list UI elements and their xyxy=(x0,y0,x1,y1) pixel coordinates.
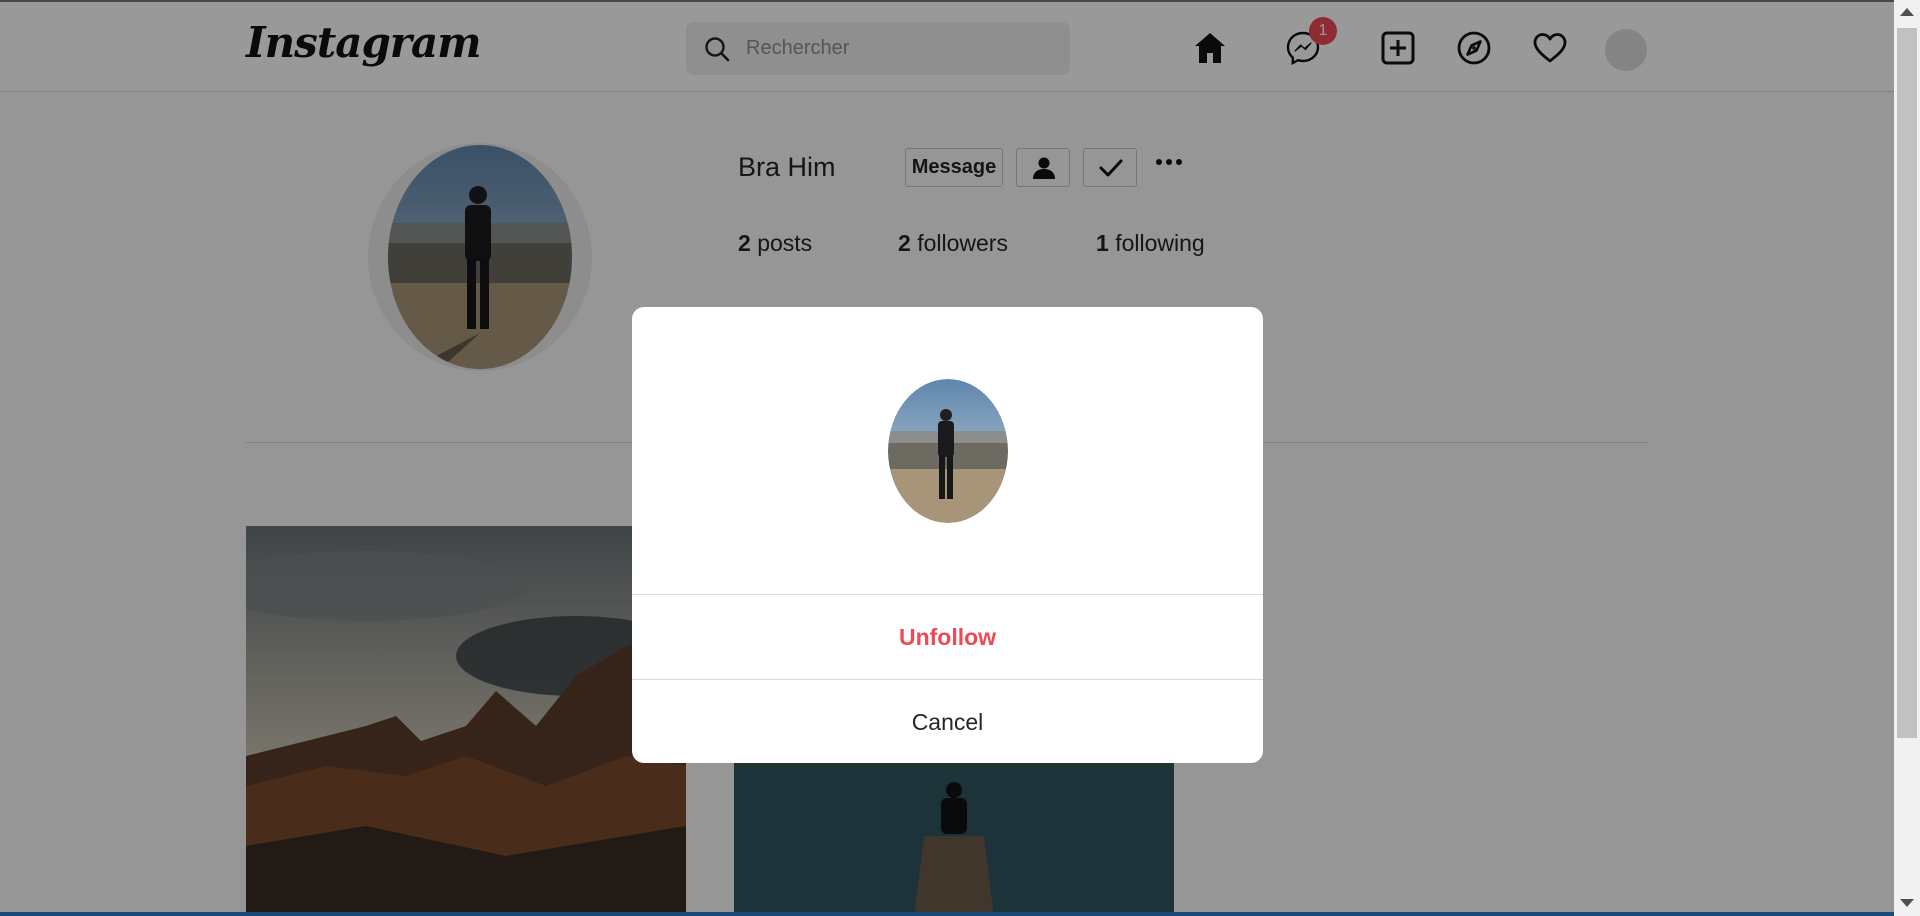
taskbar-edge xyxy=(0,912,1894,916)
scrollbar-thumb[interactable] xyxy=(1897,28,1917,738)
unfollow-button[interactable]: Unfollow xyxy=(632,595,1263,679)
unfollow-dialog: Unfollow Cancel xyxy=(632,307,1263,763)
cancel-button[interactable]: Cancel xyxy=(632,680,1263,763)
scroll-up-arrow-icon[interactable] xyxy=(1900,8,1914,16)
dialog-profile-photo xyxy=(888,379,1008,523)
dialog-avatar xyxy=(888,379,1008,523)
scroll-down-arrow-icon[interactable] xyxy=(1900,899,1914,907)
